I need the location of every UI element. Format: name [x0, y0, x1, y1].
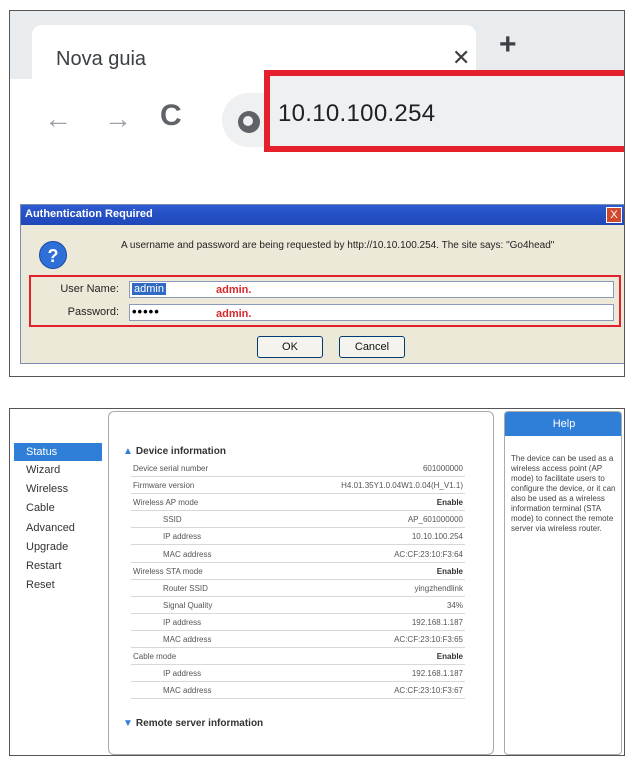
row-value: AP_601000000: [407, 515, 463, 525]
sidebar-item-wizard[interactable]: Wizard: [14, 461, 102, 479]
credentials-highlight-box: User Name: admin admin. Password: ••••• …: [29, 275, 621, 327]
table-row: IP address 192.168.1.187: [131, 614, 465, 631]
table-row: IP address 10.10.100.254: [131, 528, 465, 546]
table-row: Wireless STA mode Enable: [131, 563, 465, 580]
username-annotation: admin.: [216, 284, 252, 296]
row-label: IP address: [163, 669, 202, 679]
row-label: IP address: [163, 617, 202, 627]
table-row: Firmware version H4.01.35Y1.0.04W1.0.04(H…: [131, 477, 465, 495]
ok-button[interactable]: OK: [257, 336, 323, 358]
device-info-header[interactable]: ▲ Device information: [123, 446, 226, 457]
section-title: Remote server information: [135, 718, 264, 729]
table-row: Router SSID yingzhendlink: [131, 580, 465, 597]
globe-icon[interactable]: [238, 111, 260, 133]
row-value: Enable: [436, 498, 463, 508]
row-label: Cable mode: [133, 652, 177, 662]
question-icon: ?: [39, 241, 67, 269]
new-tab-icon[interactable]: +: [499, 30, 517, 60]
row-label: Wireless AP mode: [133, 498, 199, 508]
browser-window: Nova guia ✕ + ← → C 10.10.100.254: [10, 11, 624, 201]
row-value: H4.01.35Y1.0.04W1.0.04(H_V1.1): [341, 481, 463, 491]
table-row: SSID AP_601000000: [131, 511, 465, 529]
sidebar-item-reset[interactable]: Reset: [14, 576, 102, 594]
row-label: MAC address: [163, 635, 212, 644]
table-row: MAC address AC:CF:23:10:F3:65: [131, 631, 465, 648]
tab-title: Nova guia: [56, 48, 147, 70]
row-label: MAC address: [163, 686, 212, 696]
chevron-up-icon: ▲: [123, 446, 133, 457]
row-label: Router SSID: [163, 583, 208, 593]
table-row: Wireless AP mode Enable: [131, 494, 465, 512]
remote-server-header[interactable]: ▼ Remote server information: [123, 718, 263, 729]
url-text[interactable]: 10.10.100.254: [278, 100, 435, 128]
help-title: Help: [505, 412, 621, 436]
sidebar-item-upgrade[interactable]: Upgrade: [14, 538, 102, 556]
row-value: AC:CF:23:10:F3:64: [394, 549, 463, 559]
table-row: Cable mode Enable: [131, 648, 465, 666]
cancel-button[interactable]: Cancel: [339, 336, 405, 358]
row-label: Firmware version: [133, 481, 195, 491]
password-label: Password:: [67, 306, 119, 318]
row-label: Signal Quality: [163, 600, 213, 610]
row-value: 192.168.1.187: [411, 617, 463, 627]
table-row: Signal Quality 34%: [131, 597, 465, 614]
row-value: Enable: [436, 566, 463, 576]
sidebar-item-wireless[interactable]: Wireless: [14, 480, 102, 498]
username-value: admin: [132, 283, 166, 295]
browser-screenshot-panel: Nova guia ✕ + ← → C 10.10.100.254 Authen…: [9, 10, 625, 377]
sidebar-item-advanced[interactable]: Advanced: [14, 519, 102, 537]
section-title: Device information: [135, 446, 226, 457]
forward-arrow-icon[interactable]: →: [104, 103, 132, 135]
close-icon[interactable]: X: [606, 207, 622, 223]
reload-icon[interactable]: C: [160, 99, 182, 133]
row-value: yingzhendlink: [414, 583, 463, 593]
chevron-down-icon: ▼: [123, 718, 133, 729]
sidebar-item-cable[interactable]: Cable: [14, 499, 102, 517]
router-sidebar: Status Wizard Wireless Cable Advanced Up…: [10, 409, 106, 755]
username-field[interactable]: admin: [129, 281, 614, 298]
back-arrow-icon[interactable]: ←: [44, 103, 72, 135]
sidebar-item-status[interactable]: Status: [14, 443, 102, 461]
dialog-titlebar: Authentication Required X: [21, 205, 624, 225]
row-label: IP address: [163, 532, 202, 542]
table-row: MAC address AC:CF:23:10:F3:64: [131, 546, 465, 563]
username-label: User Name:: [60, 283, 119, 295]
help-text: The device can be used as a wireless acc…: [511, 454, 616, 533]
auth-dialog: Authentication Required X ? A username a…: [20, 204, 624, 364]
row-label: Device serial number: [133, 464, 209, 473]
row-value: Enable: [436, 652, 463, 662]
table-row: IP address 192.168.1.187: [131, 665, 465, 683]
table-row: MAC address AC:CF:23:10:F3:67: [131, 682, 465, 700]
password-field[interactable]: •••••: [129, 304, 614, 321]
row-label: Wireless STA mode: [133, 566, 203, 576]
row-label: SSID: [163, 515, 182, 525]
router-ui-panel: Status Wizard Wireless Cable Advanced Up…: [9, 408, 625, 756]
password-annotation: admin.: [216, 308, 252, 320]
tab-strip: Nova guia ✕ +: [10, 11, 624, 79]
row-value: 34%: [446, 600, 463, 610]
row-value: AC:CF:23:10:F3:65: [394, 635, 463, 644]
row-value: 10.10.100.254: [411, 532, 463, 542]
status-content: ▲ Device information Device serial number…: [108, 411, 494, 755]
table-row: Device serial number 601000000: [131, 460, 465, 477]
row-value: 192.168.1.187: [411, 669, 463, 679]
row-label: MAC address: [163, 549, 212, 559]
sidebar-item-restart[interactable]: Restart: [14, 557, 102, 575]
row-value: 601000000: [422, 464, 463, 473]
row-value: AC:CF:23:10:F3:67: [394, 686, 463, 696]
help-panel: Help The device can be used as a wireles…: [504, 411, 622, 755]
dialog-message: A username and password are being reques…: [121, 240, 555, 251]
dialog-title: Authentication Required: [25, 208, 153, 220]
close-icon[interactable]: ✕: [452, 45, 470, 71]
